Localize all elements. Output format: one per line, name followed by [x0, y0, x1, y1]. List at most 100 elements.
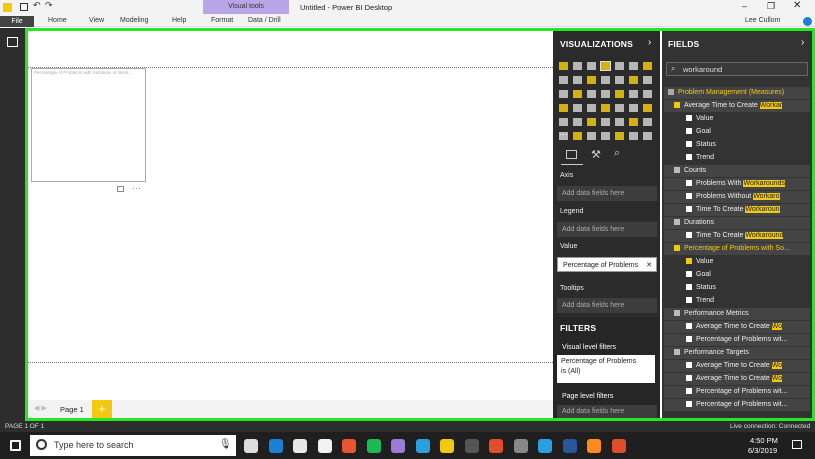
visual-type-icon[interactable]: [629, 118, 638, 126]
visual-type-icon[interactable]: [573, 76, 582, 84]
visual-type-icon[interactable]: [629, 90, 638, 98]
field-list-item[interactable]: Problem Management (Measures): [664, 87, 810, 99]
filter-card[interactable]: Percentage of Problems is (All): [557, 355, 655, 383]
close-button[interactable]: ✕: [793, 0, 801, 11]
taskbar-app-icon[interactable]: [317, 439, 332, 453]
taskbar-app-icon[interactable]: [415, 439, 430, 453]
taskbar-app-icon[interactable]: [391, 439, 405, 453]
axis-well[interactable]: Add data fields here: [557, 186, 657, 201]
taskbar-app-icon[interactable]: [244, 439, 258, 453]
taskbar-app-icon[interactable]: [513, 439, 528, 453]
field-list-item[interactable]: Problems With Workarounds: [664, 178, 810, 190]
value-well[interactable]: Percentage of Problems ✕: [557, 257, 657, 272]
windows-start-icon[interactable]: [10, 440, 21, 451]
format-tab-icon[interactable]: ⚒: [591, 148, 601, 161]
field-list-item[interactable]: Durations: [664, 217, 810, 229]
visual-type-icon[interactable]: [615, 104, 624, 112]
undo-icon[interactable]: ↶: [33, 0, 41, 11]
field-list-item[interactable]: Performance Metrics: [664, 308, 810, 320]
field-list-item[interactable]: Counts: [664, 165, 810, 177]
visual-type-icon[interactable]: [573, 118, 582, 126]
visual-type-icon[interactable]: [587, 118, 596, 126]
visual-type-icon[interactable]: [573, 104, 582, 112]
visual-type-icon[interactable]: [615, 132, 624, 140]
visual-type-icon[interactable]: [573, 90, 582, 98]
report-view-icon[interactable]: [7, 37, 18, 47]
visual-type-icon[interactable]: [587, 76, 596, 84]
visual-type-icon[interactable]: [601, 90, 610, 98]
taskbar-app-icon[interactable]: [440, 439, 454, 453]
taskbar-app-icon[interactable]: [366, 439, 381, 453]
visual-type-icon[interactable]: [587, 132, 596, 140]
field-list-item[interactable]: Average Time to Create Wo: [664, 360, 810, 372]
field-list-item[interactable]: Percentage of Problems wit...: [664, 386, 810, 398]
visual-type-icon[interactable]: [615, 62, 624, 70]
tab-format[interactable]: Format: [211, 17, 233, 24]
taskbar-app-icon[interactable]: [562, 439, 577, 453]
field-list-item[interactable]: Performance Targets: [664, 347, 810, 359]
field-list-item[interactable]: Average Time to Create Workar: [664, 100, 810, 112]
tooltips-well[interactable]: Add data fields here: [557, 298, 657, 313]
focus-mode-icon[interactable]: [117, 186, 124, 192]
visual-type-icon[interactable]: [643, 132, 652, 140]
analytics-tab-icon[interactable]: ⌕: [614, 147, 620, 160]
visual-type-icon[interactable]: [629, 76, 638, 84]
field-list-item[interactable]: Percentage of Problems wit...: [664, 334, 810, 346]
visual-type-icon[interactable]: [601, 132, 610, 140]
add-page-button[interactable]: +: [92, 400, 112, 418]
more-visuals-icon[interactable]: ···: [559, 129, 568, 139]
fields-search-box[interactable]: ⌕ workaround: [666, 62, 808, 76]
field-list-item[interactable]: Status: [664, 139, 810, 151]
fields-tab-icon[interactable]: [566, 150, 577, 159]
taskbar-search-input[interactable]: Type here to search: [54, 440, 134, 450]
save-icon[interactable]: [20, 3, 28, 11]
taskbar-app-icon[interactable]: [293, 439, 307, 453]
field-list-item[interactable]: Trend: [664, 152, 810, 164]
visual-type-icon[interactable]: [559, 104, 568, 112]
visual-type-icon[interactable]: [587, 62, 596, 70]
minimize-button[interactable]: –: [742, 1, 747, 11]
field-list-item[interactable]: Average Time to Create Wo: [664, 321, 810, 333]
taskbar-app-icon[interactable]: [538, 439, 552, 453]
visual-type-icon[interactable]: [601, 76, 610, 84]
field-list-item[interactable]: Trend: [664, 295, 810, 307]
visual-type-icon[interactable]: [601, 118, 610, 126]
remove-field-icon[interactable]: ✕: [646, 258, 652, 273]
visual-type-icon[interactable]: [573, 62, 582, 70]
tab-file[interactable]: File: [0, 16, 34, 27]
collapse-fields-icon[interactable]: ›: [801, 37, 804, 48]
visual-type-icon[interactable]: [643, 90, 652, 98]
visual-type-icon[interactable]: [600, 61, 611, 71]
collapse-viz-icon[interactable]: ›: [648, 37, 651, 48]
taskbar-app-icon[interactable]: [342, 439, 356, 453]
field-list-item[interactable]: Average Time to Create Wo: [664, 373, 810, 385]
field-list-item[interactable]: Value: [664, 256, 810, 268]
visual-type-icon[interactable]: [601, 104, 610, 112]
visual-type-icon[interactable]: [587, 104, 596, 112]
more-options-icon[interactable]: ···: [132, 183, 141, 193]
visual-type-icon[interactable]: [643, 76, 652, 84]
microphone-icon[interactable]: 🎙: [219, 439, 232, 450]
visual-type-icon[interactable]: [573, 132, 582, 140]
legend-well[interactable]: Add data fields here: [557, 222, 657, 237]
tab-home[interactable]: Home: [48, 17, 67, 24]
help-icon[interactable]: [803, 17, 812, 26]
visual-type-icon[interactable]: [615, 90, 624, 98]
field-list-item[interactable]: Time To Create Workaroun: [664, 204, 810, 216]
user-name[interactable]: Lee Cullom: [745, 17, 780, 24]
page-prev-icon[interactable]: ◀ ▶: [34, 404, 47, 412]
visual-type-icon[interactable]: [559, 118, 568, 126]
field-list-item[interactable]: Status: [664, 282, 810, 294]
taskbar-app-icon[interactable]: [587, 439, 601, 453]
visual-type-icon[interactable]: [643, 104, 652, 112]
taskbar-search-box[interactable]: Type here to search 🎙: [30, 435, 236, 456]
field-list-item[interactable]: Problems Without Workaro: [664, 191, 810, 203]
notification-icon[interactable]: [792, 440, 802, 449]
visual-type-icon[interactable]: [643, 62, 652, 70]
field-list-item[interactable]: Goal: [664, 269, 810, 281]
search-input[interactable]: workaround: [683, 65, 722, 74]
field-list-item[interactable]: Percentage of Problems with So...: [664, 243, 810, 255]
tab-modeling[interactable]: Modeling: [120, 17, 148, 24]
visual-type-icon[interactable]: [559, 76, 568, 84]
kpi-visual[interactable]: Percentage of Problems with Solutions or…: [31, 68, 146, 182]
